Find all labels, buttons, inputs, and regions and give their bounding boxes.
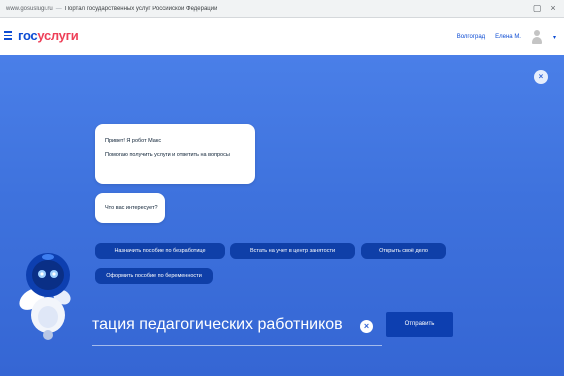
page-title: Портал государственных услуг Российской …: [64, 5, 218, 12]
bot-message-greeting: Привет! Я робот Макс Помогаю получить ус…: [95, 124, 255, 184]
quick-reply-chip[interactable]: Оформить пособие по беременности: [95, 268, 213, 284]
quick-reply-chip[interactable]: Встать на учет в центр занятости: [230, 243, 355, 259]
close-icon[interactable]: ×: [548, 3, 558, 13]
quick-reply-chip[interactable]: Назначить пособие по безработице: [95, 243, 225, 259]
menu-icon[interactable]: [4, 31, 12, 40]
site-header: госуслуги Волгоград Елена М. ▾: [0, 18, 564, 55]
logo[interactable]: госуслуги: [18, 28, 79, 43]
url: www.gosuslugi.ru: [6, 5, 53, 12]
address-field[interactable]: www.gosuslugi.ru — Портал государственных …: [6, 6, 217, 12]
logo-part-gos: гос: [18, 28, 38, 43]
close-icon[interactable]: ×: [534, 70, 548, 84]
region-link[interactable]: Волгоград: [457, 34, 485, 40]
url-separator: —: [55, 5, 62, 12]
user-name[interactable]: Елена М.: [495, 34, 521, 40]
avatar-icon[interactable]: [531, 30, 543, 44]
chevron-down-icon[interactable]: ▾: [553, 34, 556, 41]
logo-part-uslugi: услуги: [37, 28, 79, 43]
chat-area: × Привет! Я робот Макс Помогаю получить …: [0, 55, 564, 376]
tab-icon[interactable]: ▢: [532, 3, 542, 13]
send-button[interactable]: Отправить: [386, 312, 453, 337]
bot-message-question: Что вас интересует?: [95, 193, 165, 223]
intro-text: Помогаю получить услуги и ответить на во…: [105, 152, 230, 158]
greeting-text: Привет! Я робот Макс: [105, 138, 162, 144]
clear-icon[interactable]: ×: [360, 320, 373, 333]
robot-mascot: [19, 253, 71, 340]
quick-reply-chip[interactable]: Открыть своё дело: [361, 243, 446, 259]
message-input[interactable]: тация педагогических работников ×: [92, 311, 382, 346]
message-input-value: тация педагогических работников: [92, 316, 343, 333]
browser-address-bar: www.gosuslugi.ru — Портал государственных …: [0, 0, 564, 18]
